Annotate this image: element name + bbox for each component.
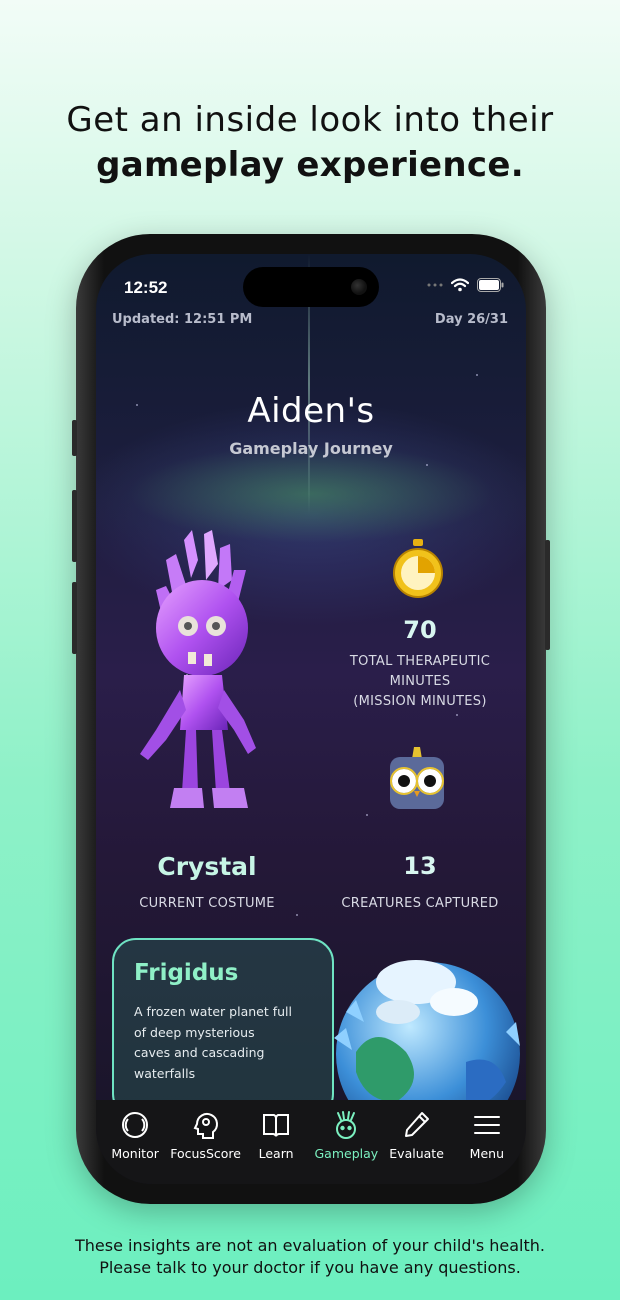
planet-title: Frigidus (134, 960, 239, 986)
action-button (72, 420, 77, 456)
creature-face-icon (336, 1111, 357, 1139)
star (426, 464, 428, 466)
volume-up-button (72, 490, 77, 562)
dynamic-island (243, 267, 379, 307)
costume-name: Crystal (157, 852, 257, 881)
monitor-rings-icon (122, 1112, 149, 1138)
open-book-icon (263, 1114, 290, 1137)
planet-card[interactable]: Frigidus A frozen water planet full of d… (112, 938, 334, 1118)
tab-focusscore[interactable]: FocusScore (170, 1100, 241, 1184)
disclaimer: These insights are not an evaluation of … (0, 1235, 620, 1279)
creatures-captured-label: CREATURES CAPTURED (341, 896, 499, 911)
wifi-icon (451, 278, 469, 292)
volume-down-button (72, 582, 77, 654)
tab-label: Menu (469, 1146, 504, 1161)
tab-label: Gameplay (314, 1146, 379, 1161)
signal-dots-icon (427, 283, 443, 287)
disclaimer-line-1: These insights are not an evaluation of … (74, 1236, 545, 1255)
player-name: Aiden's (247, 391, 375, 431)
camera-icon (351, 279, 367, 295)
phone-frame: 12:52 Updated: 12:51 PM Day 26/31 Aiden'… (72, 234, 550, 1204)
star (476, 374, 478, 376)
star (296, 914, 298, 916)
tab-label: FocusScore (170, 1146, 241, 1161)
bottom-tab-bar: Monitor FocusScore Learn Gameplay Evalua… (96, 1100, 526, 1184)
tab-evaluate[interactable]: Evaluate (381, 1100, 451, 1184)
planet-description: A frozen water planet full of deep myste… (134, 1004, 292, 1081)
creatures-captured-value: 13 (403, 852, 437, 880)
tab-label: Monitor (111, 1146, 159, 1161)
stopwatch-icon (393, 539, 443, 598)
app-screen: 12:52 Updated: 12:51 PM Day 26/31 Aiden'… (96, 254, 526, 1184)
tab-gameplay[interactable]: Gameplay (311, 1100, 381, 1184)
therapeutic-label-line-1: TOTAL THERAPEUTIC (349, 654, 491, 669)
tab-label: Evaluate (389, 1146, 444, 1161)
crystal-costume-character (140, 530, 256, 808)
tab-menu[interactable]: Menu (452, 1100, 522, 1184)
tab-label: Learn (258, 1146, 294, 1161)
day-counter: Day 26/31 (434, 312, 508, 327)
promo-headline: Get an inside look into their gameplay e… (0, 98, 620, 188)
star (456, 714, 458, 716)
pencil-icon (404, 1112, 429, 1137)
battery-icon (477, 278, 504, 292)
therapeutic-minutes-value: 70 (403, 616, 437, 644)
star (366, 814, 368, 816)
creature-owl-icon (390, 747, 444, 809)
therapeutic-label-line-2: MINUTES (389, 674, 451, 689)
disclaimer-line-2: Please talk to your doctor if you have a… (99, 1258, 521, 1277)
status-time: 12:52 (124, 278, 168, 297)
therapeutic-minutes-label: TOTAL THERAPEUTIC MINUTES (MISSION MINUT… (336, 652, 504, 712)
headline-line-2: gameplay experience. (96, 145, 524, 185)
tab-learn[interactable]: Learn (241, 1100, 311, 1184)
hamburger-menu-icon (473, 1116, 500, 1134)
head-gear-icon (193, 1113, 218, 1139)
power-button (545, 540, 550, 650)
therapeutic-label-line-3: (MISSION MINUTES) (353, 694, 487, 709)
journey-subtitle: Gameplay Journey (229, 439, 393, 458)
updated-timestamp: Updated: 12:51 PM (112, 312, 253, 327)
tab-monitor[interactable]: Monitor (100, 1100, 170, 1184)
status-icons (427, 278, 504, 292)
costume-label: CURRENT COSTUME (139, 896, 275, 911)
headline-line-1: Get an inside look into their (66, 100, 554, 140)
